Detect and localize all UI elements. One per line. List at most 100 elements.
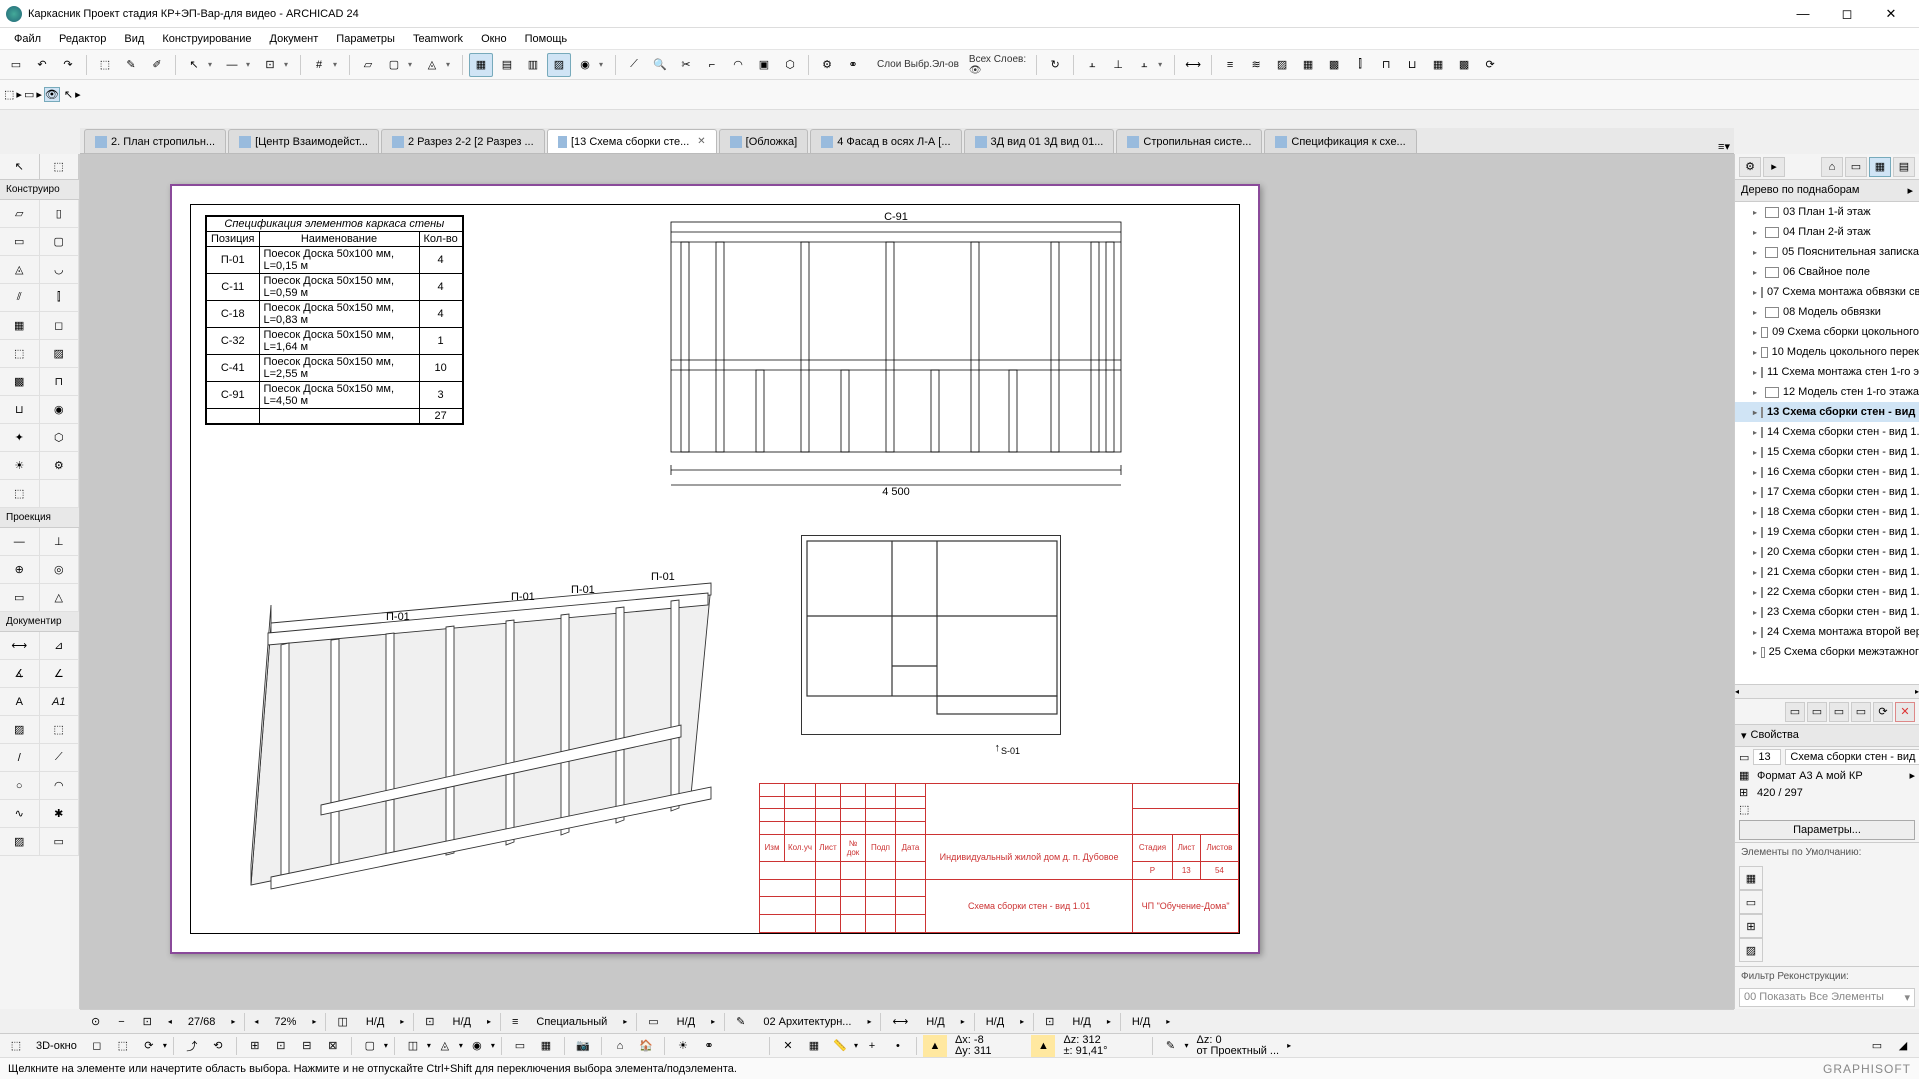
arrow-selector-tool[interactable]: ↖ — [0, 154, 40, 179]
box-icon[interactable]: ⬚ — [111, 1035, 135, 1057]
zoom-next[interactable]: ▸ — [307, 1012, 321, 1032]
tree-hscroll[interactable]: ◂▸ — [1735, 684, 1919, 698]
dim-tool-icon[interactable]: ⟷ — [0, 632, 40, 660]
tab-5[interactable]: 4 Фасад в осях Л-А [... — [810, 129, 961, 153]
nav-item[interactable]: ▸25 Схема сборки межэтажног — [1735, 642, 1919, 662]
interior-tool-icon[interactable]: ⊕ — [0, 556, 40, 584]
render-icon-2[interactable]: ▦ — [534, 1035, 558, 1057]
new-button[interactable]: ▭ — [4, 53, 28, 77]
toolbox-section-design[interactable]: Конструиро — [0, 180, 79, 200]
layer2-icon[interactable]: ≋ — [1244, 53, 1268, 77]
link2-icon[interactable]: ⚭ — [697, 1035, 721, 1057]
tree-delete-button[interactable]: ✕ — [1895, 702, 1915, 722]
toolbox-section-projection[interactable]: Проекция — [0, 508, 79, 528]
layer3-icon[interactable]: ▨ — [1270, 53, 1294, 77]
nav-item[interactable]: ▸11 Схема монтажа стен 1-го э — [1735, 362, 1919, 382]
tree-btn-3[interactable]: ▭ — [1829, 702, 1849, 722]
nav-item[interactable]: ▸05 Пояснительная записка — [1735, 242, 1919, 262]
pan-icon[interactable]: ⊡ — [418, 1012, 441, 1032]
menu-document[interactable]: Документ — [262, 31, 327, 47]
nav-item[interactable]: ▸20 Схема сборки стен - вид 1. — [1735, 542, 1919, 562]
nav-item[interactable]: ▸17 Схема сборки стен - вид 1. — [1735, 482, 1919, 502]
mode-icon-4[interactable]: ◉ — [465, 1035, 489, 1057]
nav-item[interactable]: ▸24 Схема монтажа второй вер — [1735, 622, 1919, 642]
layer1-icon[interactable]: ≡ — [1218, 53, 1242, 77]
slab-tool[interactable]: ▢ — [382, 53, 406, 77]
trace2-button[interactable]: ▤ — [495, 53, 519, 77]
nav-item[interactable]: ▸08 Модель обвязки — [1735, 302, 1919, 322]
nav-layout-icon[interactable]: ▦ — [1869, 157, 1891, 177]
nav-dropdown-icon[interactable]: ▸ — [1907, 184, 1913, 197]
layer10-icon[interactable]: ▩ — [1452, 53, 1476, 77]
nav-item[interactable]: ▸23 Схема сборки стен - вид 1. — [1735, 602, 1919, 622]
toolbox-section-document[interactable]: Документир — [0, 612, 79, 632]
layer6-icon[interactable]: ⫿ — [1348, 53, 1372, 77]
level-tool-icon[interactable]: ⊿ — [40, 632, 80, 660]
close-button[interactable]: ✕ — [1869, 0, 1913, 28]
nav-item[interactable]: ▸16 Схема сборки стен - вид 1. — [1735, 462, 1919, 482]
fill-button[interactable]: ▣ — [752, 53, 776, 77]
mode-button-1[interactable]: ⬚ — [4, 88, 14, 101]
tab-8[interactable]: Спецификация к схе... — [1264, 129, 1416, 153]
object-tool-icon[interactable]: ⬚ — [0, 340, 40, 368]
default-2-icon[interactable]: ▭ — [1739, 890, 1763, 914]
zoom-out-button[interactable]: − — [111, 1012, 131, 1032]
nav-item[interactable]: ▸04 План 2-й этаж — [1735, 222, 1919, 242]
tab-overflow-button[interactable]: ≡▾ — [1718, 140, 1730, 153]
dim-icon[interactable]: ⟷ — [885, 1012, 915, 1032]
fit-button[interactable]: ⊙ — [84, 1012, 107, 1032]
rail-tool-icon[interactable]: ⫿ — [40, 284, 80, 312]
ruler2-icon[interactable]: 📏 — [828, 1035, 852, 1057]
radial-tool-icon[interactable]: ∡ — [0, 660, 40, 688]
nav-view-icon[interactable]: ▭ — [1845, 157, 1867, 177]
poly-tool-icon[interactable]: ⟋ — [40, 744, 80, 772]
trace3-button[interactable]: ▥ — [521, 53, 545, 77]
tab-3[interactable]: [13 Схема сборки сте...✕ — [547, 129, 717, 153]
roof-tool-icon[interactable]: ◬ — [0, 256, 40, 284]
coord-angle-icon[interactable]: ▲ — [1031, 1035, 1055, 1057]
label-tool-icon[interactable]: A1 — [40, 688, 80, 716]
wall-tool[interactable]: ▱ — [356, 53, 380, 77]
mode-icon-1[interactable]: ▢ — [358, 1035, 382, 1057]
nav-item[interactable]: ▸03 План 1-й этаж — [1735, 202, 1919, 222]
slab-tool-icon[interactable]: ▢ — [40, 228, 80, 256]
plus-icon[interactable]: + — [860, 1035, 884, 1057]
eyedropper-button[interactable]: ✎ — [119, 53, 143, 77]
dim-button[interactable]: ⟷ — [1181, 53, 1205, 77]
layout-name-field[interactable] — [1785, 749, 1919, 765]
zoom-fit-button[interactable]: ⊡ — [136, 1012, 159, 1032]
cursor-button[interactable]: ↖ — [64, 88, 73, 101]
menu-options[interactable]: Параметры — [328, 31, 403, 47]
drawing-canvas[interactable]: Спецификация элементов каркаса стены Поз… — [80, 154, 1734, 1009]
mode-icon-2[interactable]: ◫ — [401, 1035, 425, 1057]
menu-help[interactable]: Помощь — [517, 31, 576, 47]
zoom-value[interactable]: 72% — [267, 1012, 303, 1032]
refresh-button[interactable]: ↻ — [1043, 53, 1067, 77]
nav-item[interactable]: ▸21 Схема сборки стен - вид 1. — [1735, 562, 1919, 582]
layout-format[interactable]: Формат А3 А мой КР — [1757, 770, 1905, 782]
tab-close-icon[interactable]: ✕ — [697, 136, 705, 147]
menu-edit[interactable]: Редактор — [51, 31, 114, 47]
3d-icon[interactable]: ⬚ — [4, 1035, 28, 1057]
beam-tool-icon[interactable]: ▭ — [0, 228, 40, 256]
tab-0[interactable]: 2. План стропильн... — [84, 129, 226, 153]
tab-7[interactable]: Стропильная систе... — [1116, 129, 1262, 153]
snap2-icon[interactable]: ⊡ — [269, 1035, 293, 1057]
point-tool-icon[interactable]: ✱ — [40, 800, 80, 828]
filter-combo[interactable]: 00 Показать Все Элементы▾ — [1739, 988, 1915, 1007]
nav-item[interactable]: ▸14 Схема сборки стен - вид 1. — [1735, 422, 1919, 442]
arc-tool-icon[interactable]: ◠ — [40, 772, 80, 800]
pen-icon[interactable]: ✎ — [729, 1012, 752, 1032]
nav-item[interactable]: ▸13 Схема сборки стен - вид 1 — [1735, 402, 1919, 422]
cut-button[interactable]: ✂ — [674, 53, 698, 77]
morph-tool-icon[interactable]: ◻ — [40, 312, 80, 340]
section-tool-icon[interactable]: — — [0, 528, 40, 556]
layer7-icon[interactable]: ⊓ — [1374, 53, 1398, 77]
extra-tool-icon[interactable]: ⬚ — [0, 480, 40, 508]
line-tool-icon[interactable]: / — [0, 744, 40, 772]
tree-btn-1[interactable]: ▭ — [1785, 702, 1805, 722]
hatch-tool-icon[interactable]: ⬚ — [40, 716, 80, 744]
cam-icon[interactable]: ⟲ — [206, 1035, 230, 1057]
opening-tool-icon[interactable]: ◉ — [40, 396, 80, 424]
equipment-tool-icon[interactable]: ⚙ — [40, 452, 80, 480]
